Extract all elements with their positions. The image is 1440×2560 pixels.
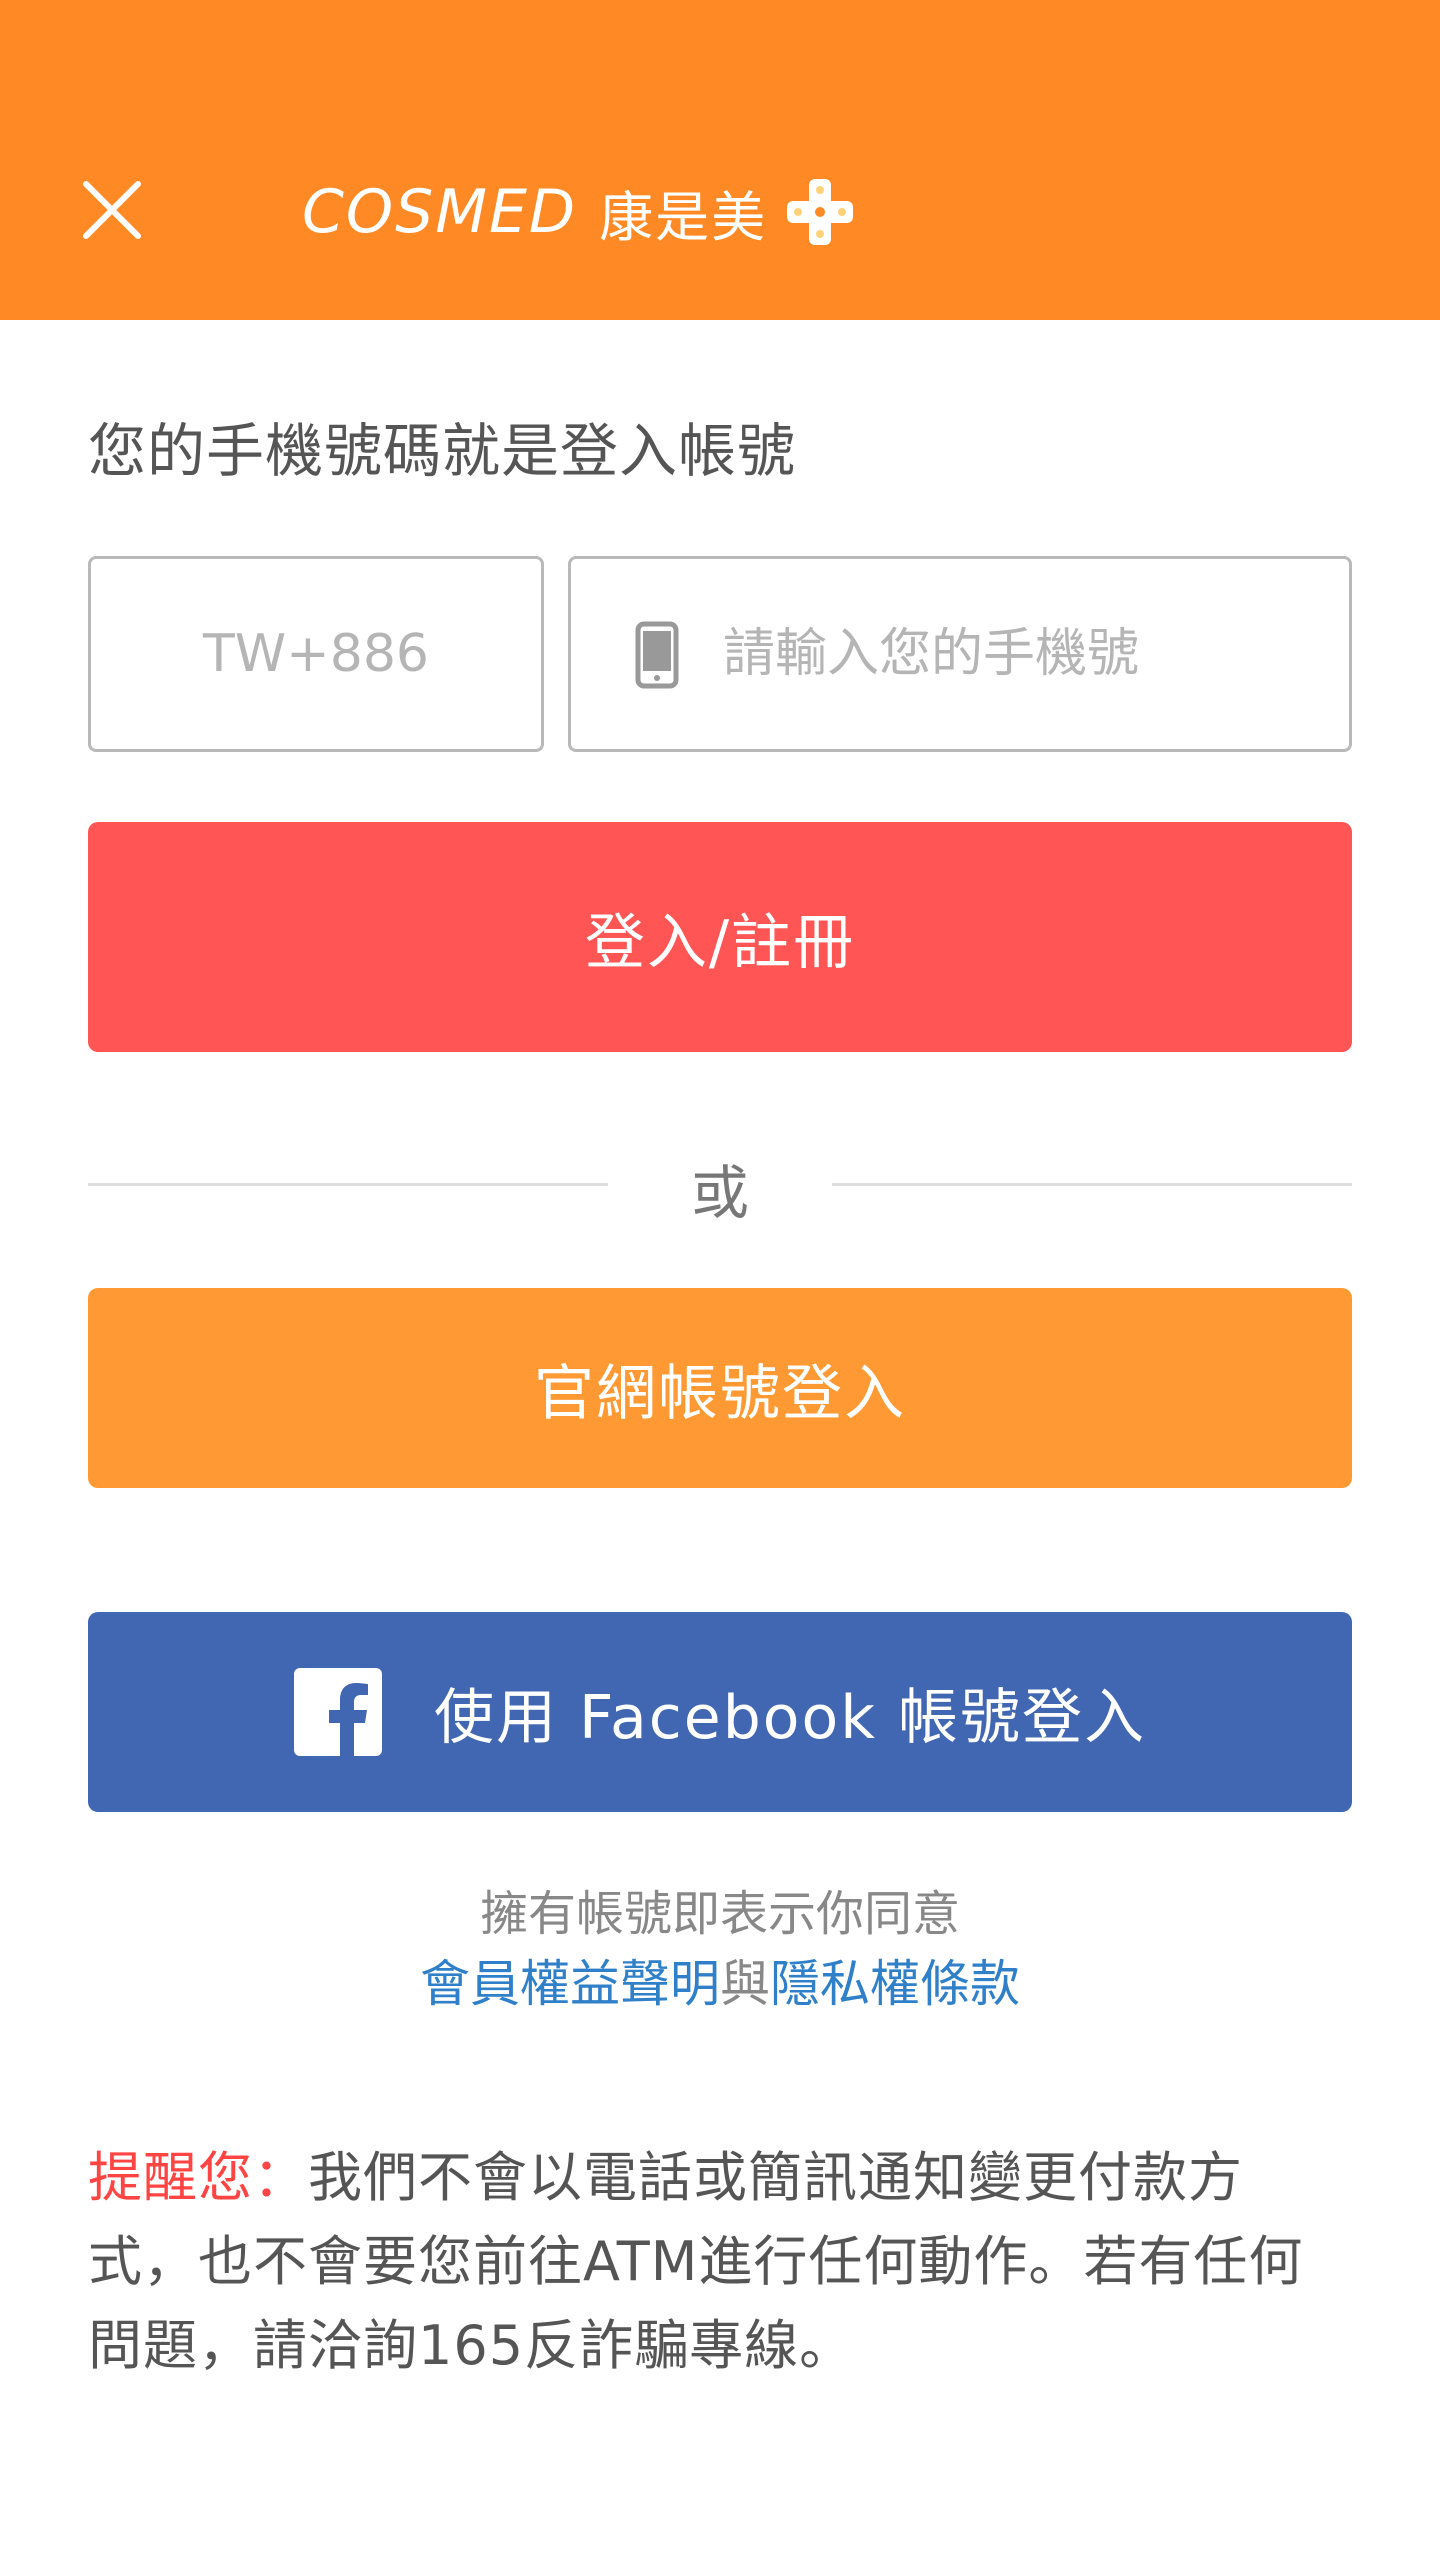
divider-or-text: 或 (690, 1159, 749, 1227)
official-login-label: 官網帳號登入 (534, 1358, 906, 1429)
cosmed-cross-icon (787, 179, 854, 245)
close-icon (83, 181, 141, 239)
logo-wordmark: COSMED (302, 177, 578, 247)
login-register-button[interactable]: 登入/註冊 (88, 822, 1352, 1052)
facebook-login-button[interactable]: 使用 Facebook 帳號登入 (88, 1612, 1352, 1812)
phone-number-field[interactable] (568, 556, 1352, 752)
login-register-label: 登入/註冊 (584, 907, 856, 978)
official-account-login-button[interactable]: 官網帳號登入 (88, 1288, 1352, 1488)
divider-right (832, 1183, 1352, 1186)
mobile-phone-icon (635, 621, 679, 689)
phone-number-input[interactable] (721, 559, 1321, 749)
agreement-connector: 與 (720, 1955, 770, 2013)
facebook-login-label: 使用 Facebook 帳號登入 (433, 1682, 1147, 1753)
member-rights-link[interactable]: 會員權益聲明 (420, 1955, 720, 2013)
agreement-links: 會員權益聲明與隱私權條款 (0, 1944, 1440, 2016)
fraud-notice: 提醒您：我們不會以電話或簡訊通知變更付款方式，也不會要您前往ATM進行任何動作。… (88, 2136, 1352, 2388)
divider-left (88, 1183, 608, 1186)
logo-chinese-name: 康是美 (599, 185, 768, 249)
country-code-field[interactable] (88, 556, 544, 752)
login-prompt: 您的手機號碼就是登入帳號 (88, 417, 797, 485)
notice-label: 提醒您： (88, 2146, 308, 2209)
privacy-policy-link[interactable]: 隱私權條款 (770, 1955, 1020, 2013)
brand-logo: COSMED 康是美 (302, 172, 854, 252)
agreement-text: 擁有帳號即表示你同意 (479, 1886, 960, 1942)
country-code-input[interactable] (91, 559, 541, 749)
close-button[interactable] (72, 170, 152, 250)
app-header: COSMED 康是美 (0, 0, 1440, 320)
facebook-icon (293, 1668, 382, 1756)
